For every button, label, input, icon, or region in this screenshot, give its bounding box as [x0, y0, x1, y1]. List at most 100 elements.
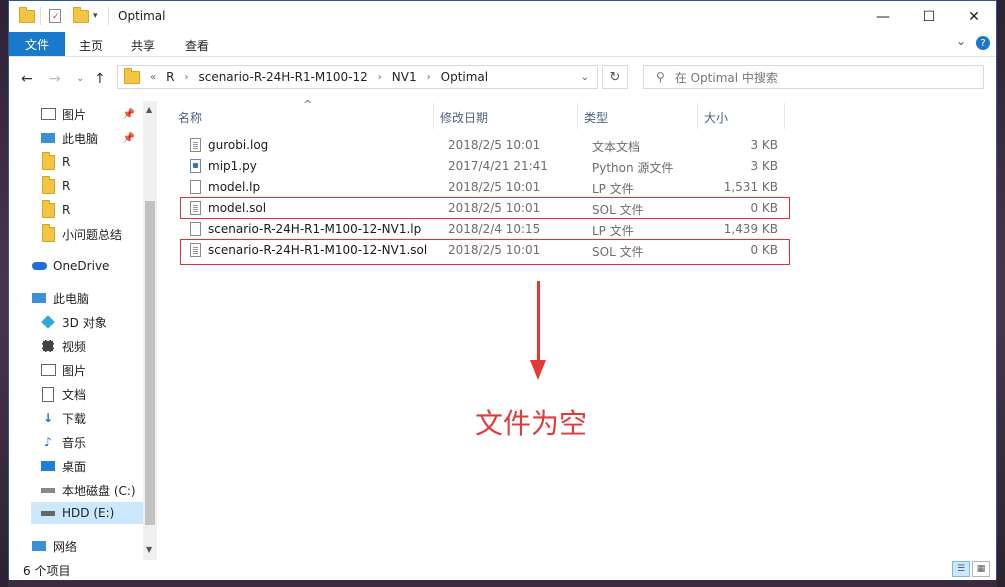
pin-icon: 📌 — [122, 132, 135, 144]
file-date: 2017/4/21 21:41 — [448, 159, 548, 173]
desktop-background-right — [997, 0, 1005, 587]
computer-icon — [31, 291, 47, 305]
forward-button[interactable]: → — [49, 71, 61, 87]
table-row[interactable]: scenario-R-24H-R1-M100-12-NV1.lp 2018/2/… — [179, 219, 779, 240]
sidebar-item-documents[interactable]: 文档 — [40, 383, 86, 405]
scroll-down-icon[interactable]: ▼ — [146, 545, 152, 554]
sidebar-item-folder-r[interactable]: R — [40, 175, 70, 197]
tab-file[interactable]: 文件 — [9, 32, 65, 56]
chevron-right-icon: › — [377, 71, 382, 83]
file-size: 3 KB — [750, 138, 778, 152]
sort-ascending-icon: ^ — [303, 98, 313, 111]
back-button[interactable]: ← — [21, 71, 33, 87]
sidebar-scrollbar[interactable]: ▲ ▼ — [143, 101, 157, 560]
column-divider[interactable] — [577, 103, 578, 129]
sidebar-item-3d-objects[interactable]: 3D 对象 — [40, 311, 107, 333]
column-header-date[interactable]: 修改日期 — [440, 107, 488, 127]
folder-icon — [40, 175, 56, 194]
sidebar-item-this-pc[interactable]: 此电脑 — [31, 287, 89, 309]
sidebar-item-folder-summary[interactable]: 小问题总结 — [40, 223, 122, 245]
breadcrumb-nv1[interactable]: NV1 — [392, 70, 417, 84]
sidebar-item-pictures-pinned[interactable]: 图片 📌 — [40, 103, 143, 125]
properties-icon[interactable]: ✓ — [49, 7, 61, 25]
breadcrumb-r[interactable]: R — [166, 70, 174, 84]
folder-icon — [40, 199, 56, 218]
sidebar-item-folder-r[interactable]: R — [40, 151, 70, 173]
column-header-type[interactable]: 类型 — [584, 107, 608, 127]
cloud-icon — [31, 259, 47, 273]
column-header-name[interactable]: 名称 — [178, 107, 202, 127]
help-icon[interactable]: ? — [976, 36, 990, 50]
title-bar: ✓ ▾ Optimal — ☐ ✕ — [9, 1, 996, 32]
column-divider[interactable] — [697, 103, 698, 129]
computer-icon — [40, 131, 56, 145]
highlight-box-scenario-sol — [180, 239, 790, 265]
chevron-right-icon: › — [184, 71, 189, 83]
file-list: ^ 名称 修改日期 类型 大小 gurobi.log 2018/2/5 10:0… — [157, 98, 996, 560]
address-bar[interactable]: « R › scenario-R-24H-R1-M100-12 › NV1 › … — [117, 65, 598, 89]
sidebar-item-music[interactable]: ♪ 音乐 — [40, 431, 86, 453]
sidebar-item-local-disk-c[interactable]: 本地磁盘 (C:) — [40, 479, 136, 501]
sidebar-item-network[interactable]: 网络 — [31, 535, 77, 557]
tab-home[interactable]: 主页 — [79, 37, 103, 54]
file-type: LP 文件 — [592, 224, 634, 238]
documents-icon — [40, 386, 56, 402]
highlight-box-model-sol — [180, 197, 790, 219]
sidebar-item-hdd-e[interactable]: HDD (E:) — [31, 502, 143, 524]
breadcrumb-scenario[interactable]: scenario-R-24H-R1-M100-12 — [198, 70, 367, 84]
sidebar-item-desktop[interactable]: 桌面 — [40, 455, 86, 477]
table-row[interactable]: gurobi.log 2018/2/5 10:01 文本文档 3 KB — [179, 135, 779, 156]
tab-view[interactable]: 查看 — [185, 37, 209, 54]
file-size: 3 KB — [750, 159, 778, 173]
table-row[interactable]: mip1.py 2017/4/21 21:41 Python 源文件 3 KB — [179, 156, 779, 177]
tab-share[interactable]: 共享 — [131, 37, 155, 54]
scrollbar-thumb[interactable] — [145, 201, 155, 525]
table-row[interactable]: model.lp 2018/2/5 10:01 LP 文件 1,531 KB — [179, 177, 779, 198]
status-bar: 6 个项目 ☰ ▦ — [9, 560, 996, 580]
sidebar-item-folder-r[interactable]: R — [40, 199, 70, 221]
pictures-icon — [40, 107, 56, 121]
sidebar-item-downloads[interactable]: ↓ 下载 — [40, 407, 86, 429]
close-button[interactable]: ✕ — [951, 1, 997, 32]
music-icon: ♪ — [44, 435, 52, 449]
desktop-icon — [40, 459, 56, 473]
quick-access-dropdown-icon[interactable]: ▾ — [93, 7, 98, 25]
file-date: 2018/2/5 10:01 — [448, 180, 541, 194]
sidebar-item-onedrive[interactable]: OneDrive — [31, 255, 109, 277]
sidebar-item-videos[interactable]: 视频 — [40, 335, 86, 357]
breadcrumb-overflow[interactable]: « — [150, 72, 156, 83]
breadcrumb-optimal[interactable]: Optimal — [441, 70, 488, 84]
folder-icon — [124, 67, 140, 87]
text-file-icon — [190, 138, 201, 152]
maximize-button[interactable]: ☐ — [906, 1, 952, 32]
video-icon — [40, 339, 56, 353]
pin-icon: 📌 — [122, 108, 135, 120]
sidebar-item-pictures[interactable]: 图片 — [40, 359, 86, 381]
3d-objects-icon — [40, 315, 56, 329]
scroll-up-icon[interactable]: ▲ — [146, 105, 152, 114]
column-divider[interactable] — [433, 103, 434, 129]
ribbon-expand-icon[interactable]: ⌄ — [956, 34, 966, 48]
file-size: 1,439 KB — [723, 222, 778, 236]
large-icons-view-button[interactable]: ▦ — [972, 561, 990, 577]
annotation-arrow — [537, 281, 540, 363]
column-header-size[interactable]: 大小 — [704, 107, 728, 127]
pictures-icon — [40, 363, 56, 377]
ribbon-tabs: 文件 主页 共享 查看 ⌄ ? — [9, 32, 996, 57]
file-icon — [190, 222, 201, 236]
address-dropdown-icon[interactable]: ⌄ — [581, 72, 589, 83]
minimize-button[interactable]: — — [860, 1, 906, 32]
file-name: mip1.py — [208, 159, 257, 173]
recent-locations-icon[interactable]: ⌄ — [76, 73, 84, 84]
sidebar-item-this-pc-pinned[interactable]: 此电脑 📌 — [40, 127, 143, 149]
up-button[interactable]: ↑ — [94, 71, 106, 87]
search-box[interactable]: ⚲ 在 Optimal 中搜索 — [643, 65, 984, 89]
search-input[interactable]: 在 Optimal 中搜索 — [675, 69, 778, 86]
file-type: Python 源文件 — [592, 161, 674, 175]
details-view-button[interactable]: ☰ — [952, 561, 970, 577]
new-folder-icon[interactable] — [73, 6, 89, 25]
search-icon: ⚲ — [656, 70, 665, 84]
column-divider[interactable] — [784, 103, 785, 129]
refresh-button[interactable]: ↻ — [602, 65, 628, 89]
file-icon — [190, 180, 201, 194]
